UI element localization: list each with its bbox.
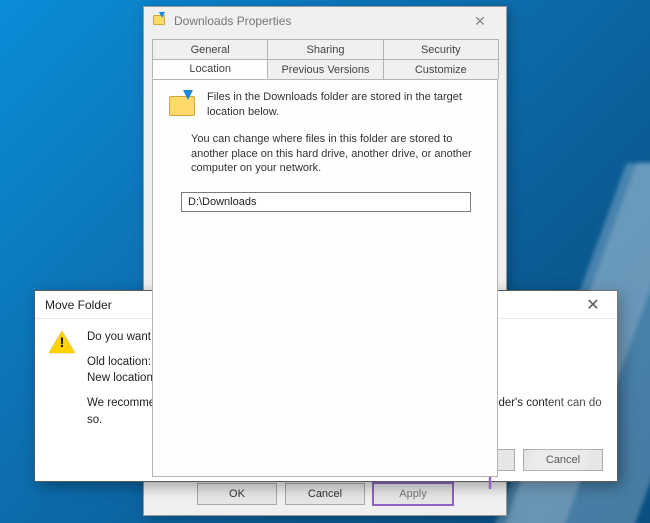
location-description-1: Files in the Downloads folder are stored… (207, 90, 483, 120)
dialog-close-icon[interactable]: ✕ (577, 295, 609, 315)
tab-area: General Sharing Security Location Previo… (152, 39, 498, 477)
downloads-folder-large-icon (167, 90, 199, 118)
location-description-2: You can change where files in this folde… (191, 132, 483, 177)
dialog-cancel-button[interactable]: Cancel (523, 449, 603, 471)
tab-pane-location: Files in the Downloads folder are stored… (152, 79, 498, 477)
warning-icon (49, 331, 75, 355)
tab-security[interactable]: Security (383, 39, 499, 59)
tab-previous-versions[interactable]: Previous Versions (267, 59, 383, 79)
tab-general[interactable]: General (152, 39, 268, 59)
properties-titlebar[interactable]: Downloads Properties ✕ (144, 7, 506, 35)
properties-window: Downloads Properties ✕ General Sharing S… (143, 6, 507, 516)
properties-title: Downloads Properties (174, 14, 291, 28)
close-icon[interactable]: ✕ (460, 11, 500, 31)
tab-location[interactable]: Location (152, 59, 268, 79)
cancel-button[interactable]: Cancel (285, 483, 365, 505)
properties-button-row: OK Cancel Apply (144, 483, 506, 505)
location-path-input[interactable] (181, 192, 471, 212)
apply-button[interactable]: Apply (373, 483, 453, 505)
ok-button[interactable]: OK (197, 483, 277, 505)
tab-customize[interactable]: Customize (383, 59, 499, 79)
tab-sharing[interactable]: Sharing (267, 39, 383, 59)
downloads-folder-icon (152, 13, 168, 29)
dialog-title: Move Folder (45, 298, 112, 312)
